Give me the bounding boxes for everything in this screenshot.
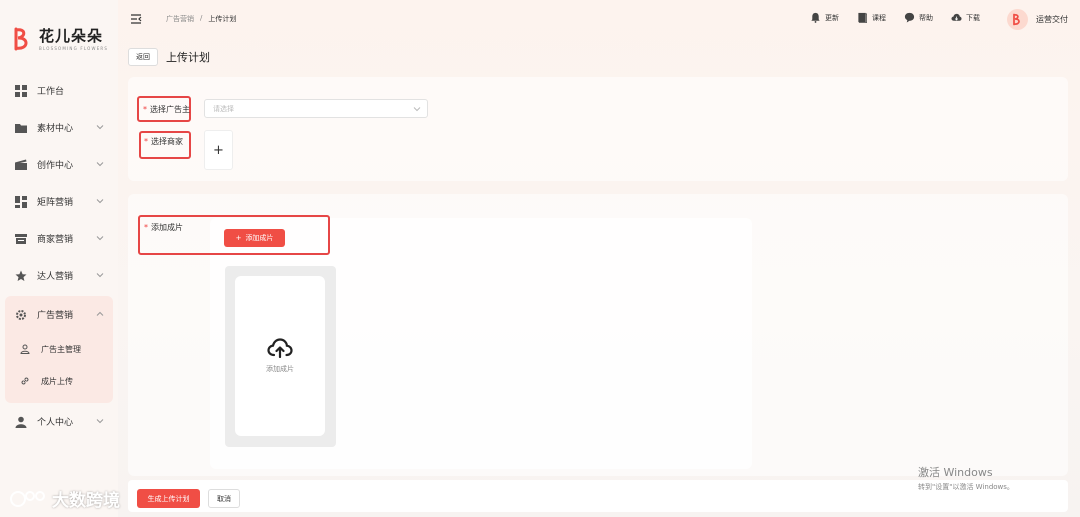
person-icon [20,344,30,354]
course-label: 课程 [872,13,886,22]
sidebar-subitem-label: 广告主管理 [41,344,81,354]
advertiser-select-placeholder: 请选择 [213,104,234,113]
sidebar-subitem-advertiser-management[interactable]: 广告主管理 [5,333,113,365]
logo-subtitle: BLOSSOMING FLOWERS [39,45,109,51]
matrix-icon [15,195,27,208]
add-clip-button[interactable]: + 添加成片 [224,229,285,247]
chevron-down-icon [96,125,104,130]
sidebar-item-workbench[interactable]: 工作台 [0,72,118,109]
sidebar-subitem-clip-upload[interactable]: 成片上传 [5,365,113,397]
clip-label: * 添加成片 [144,222,183,233]
plus-icon: + [235,234,242,242]
required-mark: * [143,105,147,114]
upload-clip-dropzone[interactable]: 添加成片 [235,276,325,436]
merchant-label: * 选择商家 [144,136,183,147]
cloud-download-icon [951,13,962,21]
top-header: 广告营销 / 上传计划 更新 课程 帮助 下载 运营交付 [118,0,1080,40]
sidebar-item-matrix[interactable]: 矩阵营销 [0,183,118,220]
update-label: 更新 [825,13,839,22]
cancel-button[interactable]: 取消 [208,489,240,508]
book-icon [858,12,867,23]
sidebar-item-ad-marketing[interactable]: 广告营销 [5,296,113,333]
sidebar-item-label: 广告营销 [37,311,74,321]
upload-clip-text: 添加成片 [266,365,294,373]
chevron-up-icon [96,311,104,316]
sidebar-item-materials[interactable]: 素材中心 [0,109,118,146]
user-icon [15,416,27,428]
gear-icon [15,309,27,321]
help-label: 帮助 [919,13,933,22]
sidebar-item-influencer[interactable]: 达人营销 [0,257,118,294]
user-menu[interactable]: 运营交付 [1007,9,1068,30]
brand-watermark: 大数跨境 [10,486,120,511]
sidebar-item-label: 商家营销 [37,235,74,245]
back-button[interactable]: 返回 [128,48,158,66]
sidebar-subitem-label: 成片上传 [41,376,73,386]
activate-windows-title: 激活 Windows [918,466,993,479]
sidebar-item-label: 个人中心 [37,418,74,428]
course-button[interactable]: 课程 [857,12,886,23]
add-merchant-button[interactable]: + [204,130,233,170]
sidebar-item-merchant[interactable]: 商家营销 [0,220,118,257]
sidebar: 花儿朵朵 BLOSSOMING FLOWERS 工作台 素材中心 创作中心 矩阵… [0,0,118,517]
star-icon [15,270,27,282]
download-label: 下载 [966,13,980,22]
chat-icon [904,12,915,23]
merchant-label-text: 选择商家 [151,137,183,146]
chevron-down-icon [96,162,104,167]
sidebar-item-label: 素材中心 [37,124,74,134]
clip-label-text: 添加成片 [151,223,183,232]
cloud-upload-icon [267,338,293,358]
required-mark: * [144,137,148,146]
chevron-down-icon [96,273,104,278]
logo-mark-icon [10,26,36,52]
sidebar-nav: 工作台 素材中心 创作中心 矩阵营销 商家营销 达人营销 广告营销 广告主管理 … [0,72,118,440]
sidebar-group-ad-marketing: 广告营销 广告主管理 成片上传 [5,296,113,403]
sidebar-item-label: 达人营销 [37,272,74,282]
page-head: 返回 上传计划 [128,48,210,66]
watermark-logo-icon [10,490,45,507]
header-actions: 更新 课程 帮助 下载 [810,12,980,23]
breadcrumb-item-ad-marketing[interactable]: 广告营销 [166,14,194,24]
breadcrumb-item-current: 上传计划 [208,15,237,23]
breadcrumb-separator: / [200,14,203,22]
user-name: 运营交付 [1036,15,1068,24]
sidebar-item-personal-center[interactable]: 个人中心 [0,403,118,440]
brand-watermark-text: 大数跨境 [52,491,120,511]
folder-icon [15,122,27,134]
required-mark: * [144,223,148,232]
logo-title: 花儿朵朵 [39,26,104,45]
advertiser-label-text: 选择广告主 [150,105,190,114]
advertiser-select[interactable]: 请选择 [204,99,428,118]
activate-windows-notice: 激活 Windows 转到"设置"以激活 Windows。 [918,464,1014,492]
page-title: 上传计划 [166,51,210,64]
advertiser-merchant-card [128,77,1068,181]
menu-collapse-icon[interactable] [130,13,142,25]
logo[interactable]: 花儿朵朵 BLOSSOMING FLOWERS [10,26,108,52]
sidebar-item-label: 创作中心 [37,161,74,171]
sidebar-item-label: 工作台 [37,87,65,97]
breadcrumb: 广告营销 / 上传计划 [166,14,236,24]
bell-icon [811,12,820,23]
activate-windows-subtitle: 转到"设置"以激活 Windows。 [918,483,1014,491]
avatar [1007,9,1028,30]
generate-plan-button[interactable]: 生成上传计划 [137,489,200,508]
store-icon [15,233,27,245]
clapperboard-icon [15,159,27,171]
add-clip-button-label: 添加成片 [245,234,274,242]
grid-icon [15,84,27,97]
advertiser-label: * 选择广告主 [143,104,190,115]
chevron-down-icon [413,107,421,112]
sidebar-item-label: 矩阵营销 [37,198,74,208]
link-icon [20,376,30,386]
chevron-down-icon [96,199,104,204]
help-button[interactable]: 帮助 [904,12,933,23]
download-button[interactable]: 下载 [951,12,980,23]
sidebar-item-creation[interactable]: 创作中心 [0,146,118,183]
chevron-down-icon [96,236,104,241]
chevron-down-icon [96,419,104,424]
update-button[interactable]: 更新 [810,12,839,23]
